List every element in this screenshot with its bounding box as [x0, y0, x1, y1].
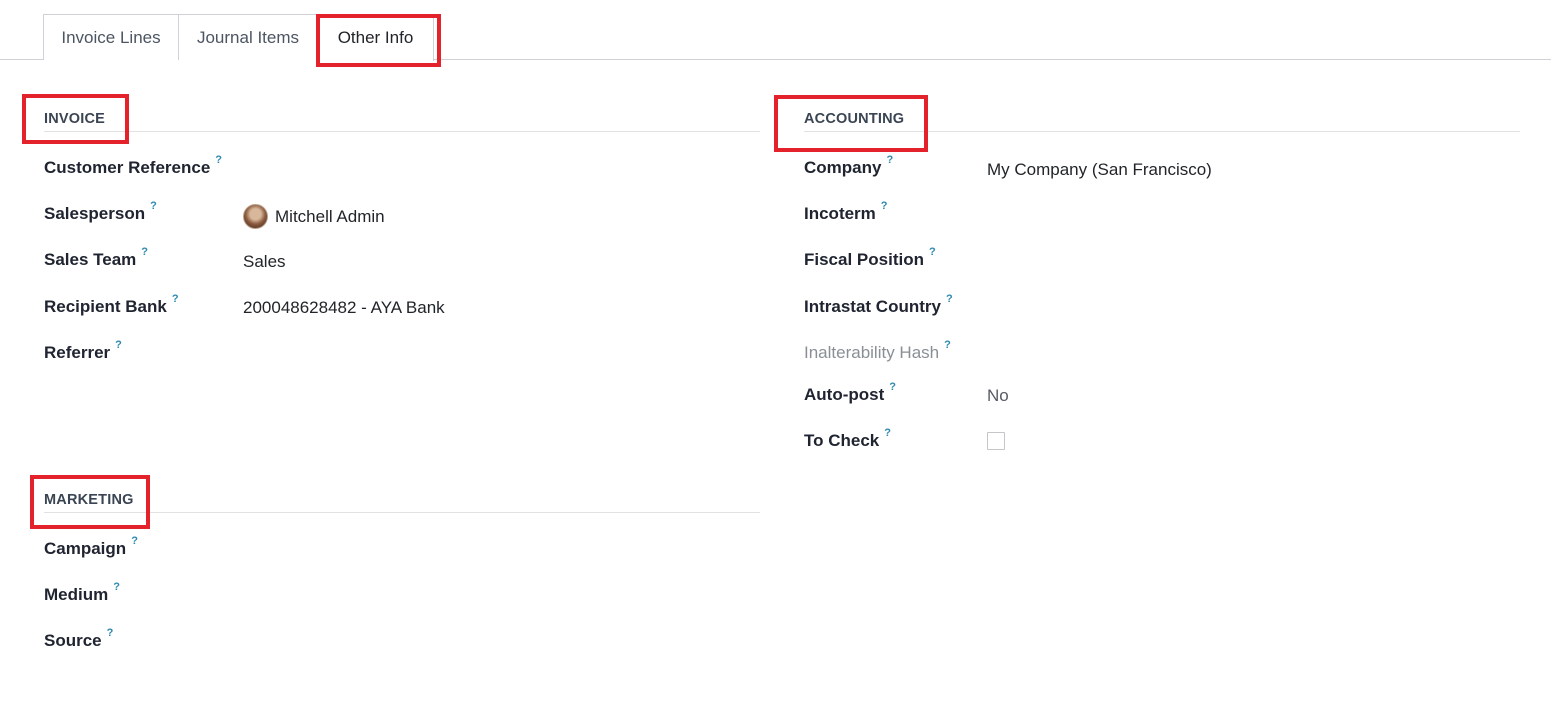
field-label-intrastat-country: Intrastat Country?: [804, 293, 953, 316]
help-tooltip-icon[interactable]: ?: [886, 154, 893, 166]
help-tooltip-icon[interactable]: ?: [172, 293, 179, 305]
field-label-fiscal-position: Fiscal Position?: [804, 246, 936, 269]
customer-reference-input[interactable]: [243, 158, 743, 182]
salesperson-value: Mitchell Admin: [275, 206, 385, 226]
to-check-checkbox[interactable]: [987, 432, 1005, 450]
section-divider: [804, 131, 1520, 132]
field-label-to-check: To Check?: [804, 427, 891, 450]
help-tooltip-icon[interactable]: ?: [115, 339, 122, 351]
help-tooltip-icon[interactable]: ?: [131, 535, 138, 547]
field-label-salesperson: Salesperson?: [44, 200, 157, 223]
section-divider: [44, 131, 760, 132]
field-label-referrer: Referrer?: [44, 339, 122, 362]
tab-invoice-lines[interactable]: Invoice Lines: [43, 14, 179, 60]
notebook-tabs: Invoice Lines Journal Items Other Info: [0, 14, 1551, 61]
tab-label: Invoice Lines: [61, 27, 161, 47]
field-label-auto-post: Auto-post?: [804, 381, 896, 404]
tab-journal-items[interactable]: Journal Items: [178, 14, 318, 60]
company-field[interactable]: My Company (San Francisco): [987, 160, 1212, 180]
medium-input[interactable]: [243, 585, 743, 609]
help-tooltip-icon[interactable]: ?: [881, 200, 888, 212]
section-divider: [44, 512, 760, 513]
help-tooltip-icon[interactable]: ?: [929, 246, 936, 258]
help-tooltip-icon[interactable]: ?: [107, 627, 114, 639]
section-title-accounting: ACCOUNTING: [804, 111, 905, 127]
incoterm-input[interactable]: [987, 204, 1507, 228]
other-info-page: Invoice Lines Journal Items Other Info I…: [0, 0, 1551, 707]
sales-team-field[interactable]: Sales: [243, 252, 286, 272]
referrer-input[interactable]: [243, 343, 743, 367]
field-label-incoterm: Incoterm?: [804, 200, 888, 223]
intrastat-country-input[interactable]: [987, 297, 1507, 321]
help-tooltip-icon[interactable]: ?: [946, 293, 953, 305]
field-label-source: Source?: [44, 627, 114, 650]
campaign-input[interactable]: [243, 539, 743, 563]
help-tooltip-icon[interactable]: ?: [215, 154, 222, 166]
recipient-bank-field[interactable]: 200048628482 - AYA Bank: [243, 298, 445, 318]
help-tooltip-icon[interactable]: ?: [113, 581, 120, 593]
fiscal-position-input[interactable]: [987, 250, 1507, 274]
section-title-invoice: INVOICE: [44, 111, 106, 127]
help-tooltip-icon[interactable]: ?: [889, 381, 896, 393]
help-tooltip-icon[interactable]: ?: [150, 200, 157, 212]
salesperson-field[interactable]: Mitchell Admin: [243, 204, 385, 229]
help-tooltip-icon[interactable]: ?: [884, 427, 891, 439]
source-input[interactable]: [243, 631, 743, 655]
help-tooltip-icon[interactable]: ?: [944, 339, 951, 351]
field-label-campaign: Campaign?: [44, 535, 138, 558]
tab-label: Journal Items: [196, 27, 300, 47]
avatar: [243, 204, 268, 229]
section-title-marketing: MARKETING: [44, 492, 134, 508]
auto-post-select[interactable]: No: [987, 386, 1009, 406]
tab-label: Other Info: [337, 28, 414, 47]
field-label-medium: Medium?: [44, 581, 120, 604]
field-label-company: Company?: [804, 154, 894, 177]
field-label-recipient-bank: Recipient Bank?: [44, 293, 179, 316]
help-tooltip-icon[interactable]: ?: [141, 246, 148, 258]
field-label-customer-reference: Customer Reference?: [44, 154, 223, 177]
tab-other-info[interactable]: Other Info: [317, 14, 434, 61]
field-label-sales-team: Sales Team?: [44, 246, 149, 269]
field-label-inalterability-hash: Inalterability Hash?: [804, 339, 951, 362]
